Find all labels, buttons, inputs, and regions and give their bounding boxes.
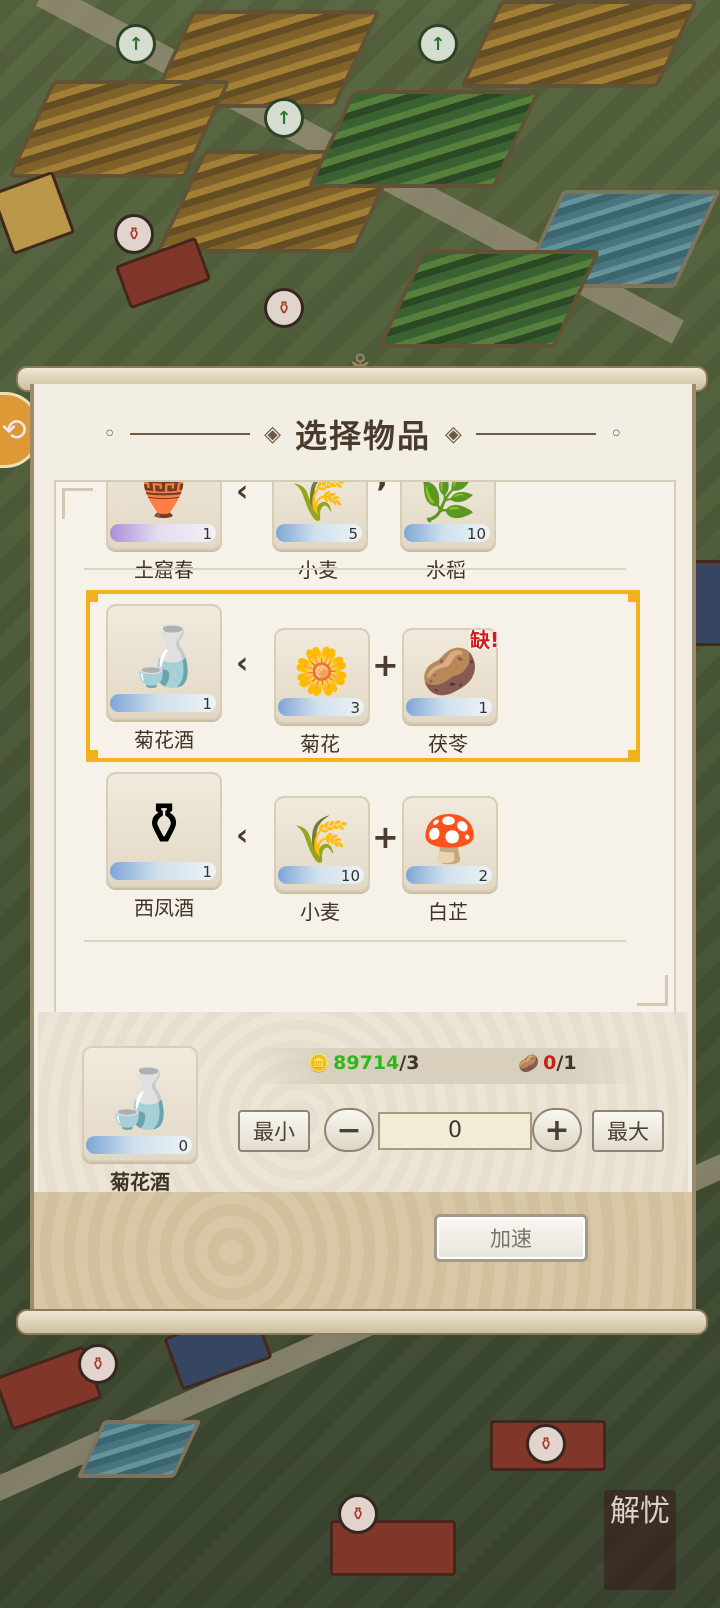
item-name: 菊花酒 [134, 728, 194, 752]
dialog-footer: 加速 [34, 1192, 692, 1312]
min-button[interactable]: 最小 [238, 1110, 310, 1152]
resource-strip: 🪙 89714/3 🥔 0/1 [248, 1048, 644, 1084]
decrease-button[interactable]: − [324, 1108, 374, 1152]
chrysanthemum-icon: 🌼 [293, 644, 351, 698]
item-count: 10 [340, 867, 360, 885]
xifeng-wine-icon: ⚱ [139, 790, 189, 858]
item-card: 🌼 3 [274, 628, 370, 724]
item-count: 0 [178, 1137, 188, 1155]
angelica-icon: 🍄 [421, 812, 479, 866]
arrow-icon: ‹ [236, 646, 249, 681]
item-count: 1 [202, 695, 212, 713]
item-card: 🌾 10 [274, 796, 370, 892]
recipe-row-selected[interactable]: 🍶 1 菊花酒 ‹ 🌼 3 菊花 + 🥔 1 缺! 茯苓 [86, 590, 640, 762]
rice-icon: 🌿 [419, 480, 477, 524]
select-item-dialog: ◦ ◈ 选择物品 ◈ ◦ 🏺 1 土窟春 ‹ 🌾 5 小麦 ʼ 🌿 10 水稻 … [30, 384, 696, 1312]
item-count: 3 [350, 699, 360, 717]
item-name: 菊花 [300, 732, 340, 756]
selection-corner [88, 750, 98, 760]
ornament-icon: ◦ [103, 421, 117, 447]
material-have: 0 [543, 1052, 557, 1074]
plus-icon: ʼ [376, 480, 389, 512]
product-item[interactable]: ⚱ 1 西凤酒 [106, 772, 222, 921]
recipe-row[interactable]: 🏺 1 土窟春 ‹ 🌾 5 小麦 ʼ 🌿 10 水稻 [86, 480, 632, 582]
ingredient-item[interactable]: 🌼 3 菊花 [274, 628, 370, 757]
ornament-icon: ◦ [609, 421, 623, 447]
ingredient-item[interactable]: 🍄 2 白芷 [402, 796, 498, 925]
item-count: 2 [478, 867, 488, 885]
quantity-field[interactable]: 0 [378, 1112, 532, 1150]
item-count: 5 [348, 525, 358, 543]
coin-have: 89714 [333, 1052, 400, 1074]
selection-corner [628, 592, 638, 602]
max-button[interactable]: 最大 [592, 1110, 664, 1152]
plus-icon: + [372, 818, 399, 856]
item-card: ⚱ 1 [106, 772, 222, 888]
item-name: 小麦 [300, 900, 340, 924]
craft-panel: 🍶 0 菊花酒 🪙 89714/3 🥔 0/1 最小 − 0 + 最大 [38, 1012, 688, 1195]
swirl-ornament-icon: ◈ [264, 421, 281, 447]
dialog-title: 选择物品 [294, 417, 431, 455]
recipe-list[interactable]: 🏺 1 土窟春 ‹ 🌾 5 小麦 ʼ 🌿 10 水稻 🍶 1 菊花酒 ‹ 🌼 3… [54, 480, 676, 1014]
dialog-header: ◦ ◈ 选择物品 ◈ ◦ [34, 412, 692, 456]
item-name: 菊花酒 [110, 1170, 170, 1194]
material-cost: 🥔 0/1 [518, 1052, 577, 1074]
item-name: 西凤酒 [134, 896, 194, 920]
title-divider [130, 433, 251, 435]
arrow-icon: ‹ [236, 818, 249, 853]
fret-corner-ornament [637, 975, 668, 1006]
item-name: 白芷 [428, 900, 468, 924]
item-count: 1 [478, 699, 488, 717]
increase-button[interactable]: + [532, 1108, 582, 1152]
coin-cost: 🪙 89714/3 [308, 1052, 419, 1074]
item-count: 10 [466, 525, 486, 543]
count-bar [110, 694, 216, 712]
wheat-icon: 🌾 [293, 812, 351, 866]
scroll-bottom-rod [16, 1309, 708, 1335]
poria-icon: 🥔 [518, 1054, 540, 1074]
chrysanthemum-wine-icon: 🍶 [127, 622, 201, 690]
item-card: 🍶 1 [106, 604, 222, 720]
plus-icon: + [372, 646, 399, 684]
recipe-row[interactable]: ⚱ 1 西凤酒 ‹ 🌾 10 小麦 + 🍄 2 白芷 [86, 772, 632, 932]
selection-corner [628, 750, 638, 760]
count-bar [86, 1136, 192, 1154]
coin-icon: 🪙 [308, 1054, 330, 1074]
item-name: 茯苓 [428, 732, 468, 756]
product-item[interactable]: 🍶 1 菊花酒 [106, 604, 222, 753]
count-bar [110, 862, 216, 880]
title-divider [475, 433, 596, 435]
wine-jar-icon: 🏺 [127, 480, 201, 520]
row-divider [84, 568, 626, 570]
speed-up-button[interactable]: 加速 [434, 1214, 588, 1262]
missing-badge: 缺! [470, 628, 500, 652]
item-count: 1 [202, 863, 212, 881]
chrysanthemum-wine-icon: 🍶 [103, 1064, 177, 1132]
item-card: 🍄 2 [402, 796, 498, 892]
coin-need: /3 [399, 1052, 420, 1074]
material-need: /1 [556, 1052, 577, 1074]
item-card: 🌿 10 [400, 480, 496, 550]
item-card: 🏺 1 [106, 480, 222, 550]
item-count: 1 [202, 525, 212, 543]
ingredient-item[interactable]: 🥔 1 缺! 茯苓 [402, 628, 499, 757]
count-bar [110, 524, 216, 542]
row-divider [84, 940, 626, 942]
arrow-icon: ‹ [236, 480, 249, 509]
item-card: 🍶 0 [82, 1046, 198, 1162]
ingredient-item[interactable]: 🌾 10 小麦 [274, 796, 370, 925]
wheat-icon: 🌾 [291, 480, 349, 524]
item-card: 🌾 5 [272, 480, 368, 550]
swirl-ornament-icon: ◈ [445, 421, 462, 447]
selection-corner [88, 592, 98, 602]
selected-product: 🍶 0 菊花酒 [82, 1046, 198, 1195]
